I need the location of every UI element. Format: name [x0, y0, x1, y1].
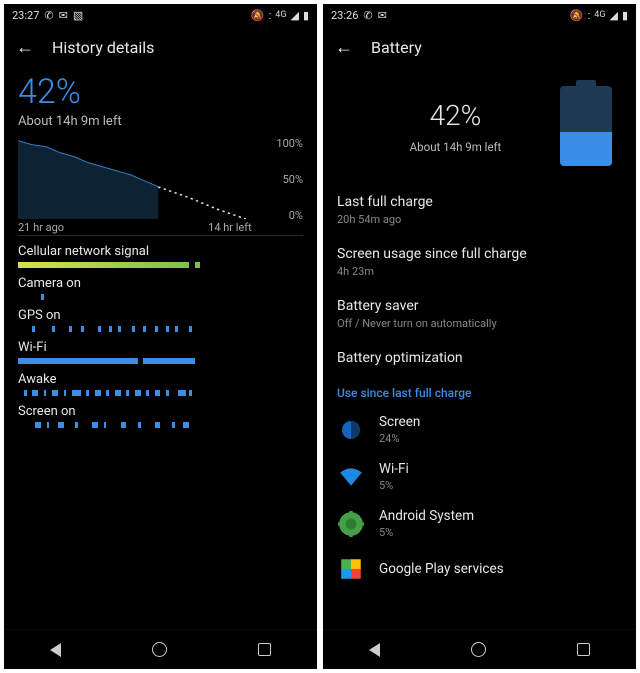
metric-label: Camera on [18, 276, 303, 291]
app-name: Google Play services [379, 561, 504, 577]
cellular-bar [18, 262, 303, 268]
battery-icon: ▮ [622, 9, 628, 22]
mail-icon: ✉ [59, 9, 68, 22]
metric-screen[interactable]: Screen on [18, 404, 303, 428]
android-nav-bar [4, 629, 317, 669]
page-title: History details [52, 38, 154, 57]
gps-bar [18, 326, 303, 332]
y-axis-50: 50% [283, 173, 303, 186]
x-axis-end: 14 hr left [208, 221, 252, 234]
app-row-play-services[interactable]: Google Play services [337, 547, 622, 591]
android-system-icon [337, 510, 365, 538]
awake-bar [18, 390, 303, 396]
signal-label: 4G [275, 10, 286, 20]
metric-gps[interactable]: GPS on [18, 308, 303, 332]
app-name: Wi-Fi [379, 461, 409, 477]
row-battery-optimization[interactable]: Battery optimization [337, 340, 622, 376]
nav-home-icon[interactable] [152, 642, 167, 657]
signal-label: 4G [594, 10, 605, 20]
whatsapp-icon: ✆ [44, 9, 53, 22]
metric-label: Cellular network signal [18, 244, 303, 259]
header: ← History details [4, 26, 317, 68]
screen-bar [18, 422, 303, 428]
wifi-bar [18, 358, 303, 364]
colon-icon: : [588, 9, 591, 22]
wifi-icon [337, 463, 365, 491]
app-name: Screen [379, 414, 420, 430]
signal-icon: ◢ [290, 9, 298, 22]
row-sub: 20h 54m ago [337, 213, 622, 226]
metric-label: Wi-Fi [18, 340, 303, 355]
app-row-android-system[interactable]: Android System 5% [337, 500, 622, 547]
mute-icon: 🔕 [251, 9, 265, 22]
app-pct: 24% [379, 432, 420, 445]
battery-illustration [560, 86, 612, 166]
play-services-icon [337, 555, 365, 583]
chart-svg [18, 139, 252, 219]
nav-back-icon[interactable] [369, 643, 380, 657]
x-axis-start: 21 hr ago [18, 221, 64, 234]
app-name: Android System [379, 508, 474, 524]
image-icon: ▧ [73, 9, 83, 22]
row-title: Last full charge [337, 194, 622, 210]
battery-hero[interactable]: 42% About 14h 9m left [337, 68, 622, 184]
camera-bar [18, 294, 303, 300]
mute-icon: 🔕 [570, 9, 584, 22]
nav-recent-icon[interactable] [258, 643, 271, 656]
y-axis-100: 100% [276, 137, 303, 150]
hero-estimate: About 14h 9m left [351, 140, 560, 154]
page-title: Battery [371, 38, 422, 57]
mail-icon: ✉ [378, 9, 387, 22]
status-time: 23:27 [12, 9, 39, 22]
back-icon[interactable]: ← [16, 37, 34, 58]
row-sub: Off / Never turn on automatically [337, 317, 622, 330]
battery-chart: 100% 50% 0% 21 hr ago 14 hr left [18, 139, 303, 229]
row-battery-saver[interactable]: Battery saver Off / Never turn on automa… [337, 288, 622, 340]
back-icon[interactable]: ← [335, 37, 353, 58]
y-axis-0: 0% [289, 209, 303, 222]
nav-home-icon[interactable] [471, 642, 486, 657]
status-bar: 23:27 ✆ ✉ ▧ 🔕 : 4G ◢ ▮ [4, 4, 317, 26]
signal-icon: ◢ [609, 9, 617, 22]
metric-camera[interactable]: Camera on [18, 276, 303, 300]
metric-cellular[interactable]: Cellular network signal [18, 244, 303, 268]
row-screen-usage[interactable]: Screen usage since full charge 4h 23m [337, 236, 622, 288]
phone-battery-settings: 23:26 ✆ ✉ 🔕 : 4G ◢ ▮ ← Battery 42% About… [323, 4, 636, 669]
android-nav-bar [323, 629, 636, 669]
app-row-screen[interactable]: Screen 24% [337, 406, 622, 453]
app-row-wifi[interactable]: Wi-Fi 5% [337, 453, 622, 500]
phone-history-details: 23:27 ✆ ✉ ▧ 🔕 : 4G ◢ ▮ ← History details… [4, 4, 317, 669]
app-pct: 5% [379, 479, 409, 492]
colon-icon: : [269, 9, 272, 22]
row-title: Screen usage since full charge [337, 246, 622, 262]
metric-label: GPS on [18, 308, 303, 323]
row-title: Battery saver [337, 298, 622, 314]
status-time: 23:26 [331, 9, 358, 22]
status-bar: 23:26 ✆ ✉ 🔕 : 4G ◢ ▮ [323, 4, 636, 26]
divider [18, 235, 303, 236]
metric-wifi[interactable]: Wi-Fi [18, 340, 303, 364]
app-pct: 5% [379, 526, 474, 539]
battery-icon: ▮ [303, 9, 309, 22]
metric-label: Awake [18, 372, 303, 387]
battery-estimate: About 14h 9m left [18, 114, 303, 129]
row-last-full-charge[interactable]: Last full charge 20h 54m ago [337, 184, 622, 236]
metric-label: Screen on [18, 404, 303, 419]
battery-percentage: 42% [18, 72, 303, 112]
row-title: Battery optimization [337, 350, 622, 366]
header: ← Battery [323, 26, 636, 68]
screen-icon [337, 416, 365, 444]
row-sub: 4h 23m [337, 265, 622, 278]
hero-percentage: 42% [351, 99, 560, 132]
nav-recent-icon[interactable] [577, 643, 590, 656]
use-since-label: Use since last full charge [337, 386, 622, 400]
nav-back-icon[interactable] [50, 643, 61, 657]
metric-awake[interactable]: Awake [18, 372, 303, 396]
whatsapp-icon: ✆ [363, 9, 372, 22]
